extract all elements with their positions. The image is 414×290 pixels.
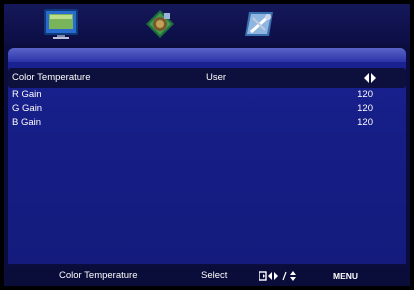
display-icon[interactable]: [143, 8, 177, 40]
navigation-keys-icon: [259, 271, 296, 281]
b-gain-row[interactable]: B Gain 120: [8, 116, 406, 130]
b-gain-value: 120: [357, 117, 373, 128]
panel-header: [8, 48, 406, 62]
g-gain-label: G Gain: [12, 103, 43, 114]
status-description: Color Temperature: [59, 270, 138, 281]
r-gain-label: R Gain: [12, 89, 42, 100]
b-gain-label: B Gain: [12, 117, 42, 128]
r-gain-row[interactable]: R Gain 120: [8, 88, 406, 102]
color-temperature-label: Color Temperature: [12, 72, 91, 83]
status-menu-label: MENU: [333, 271, 359, 281]
status-select-label: Select: [201, 270, 228, 281]
status-bar: Color Temperature Select MENU: [4, 266, 410, 286]
g-gain-row[interactable]: G Gain 120: [8, 102, 406, 116]
color-temperature-row[interactable]: Color Temperature User: [8, 68, 406, 88]
settings-panel: Color Temperature User R Gain 120 G Gain…: [8, 48, 406, 264]
left-right-arrows-icon[interactable]: [364, 73, 376, 83]
picture-icon[interactable]: [44, 8, 78, 40]
tab-bar: [4, 4, 410, 44]
r-gain-value: 120: [357, 89, 373, 100]
osd-menu: Color Temperature User R Gain 120 G Gain…: [4, 4, 410, 286]
setup-tools-icon[interactable]: [243, 8, 277, 40]
g-gain-value: 120: [357, 103, 373, 114]
color-temperature-value: User: [206, 72, 227, 83]
